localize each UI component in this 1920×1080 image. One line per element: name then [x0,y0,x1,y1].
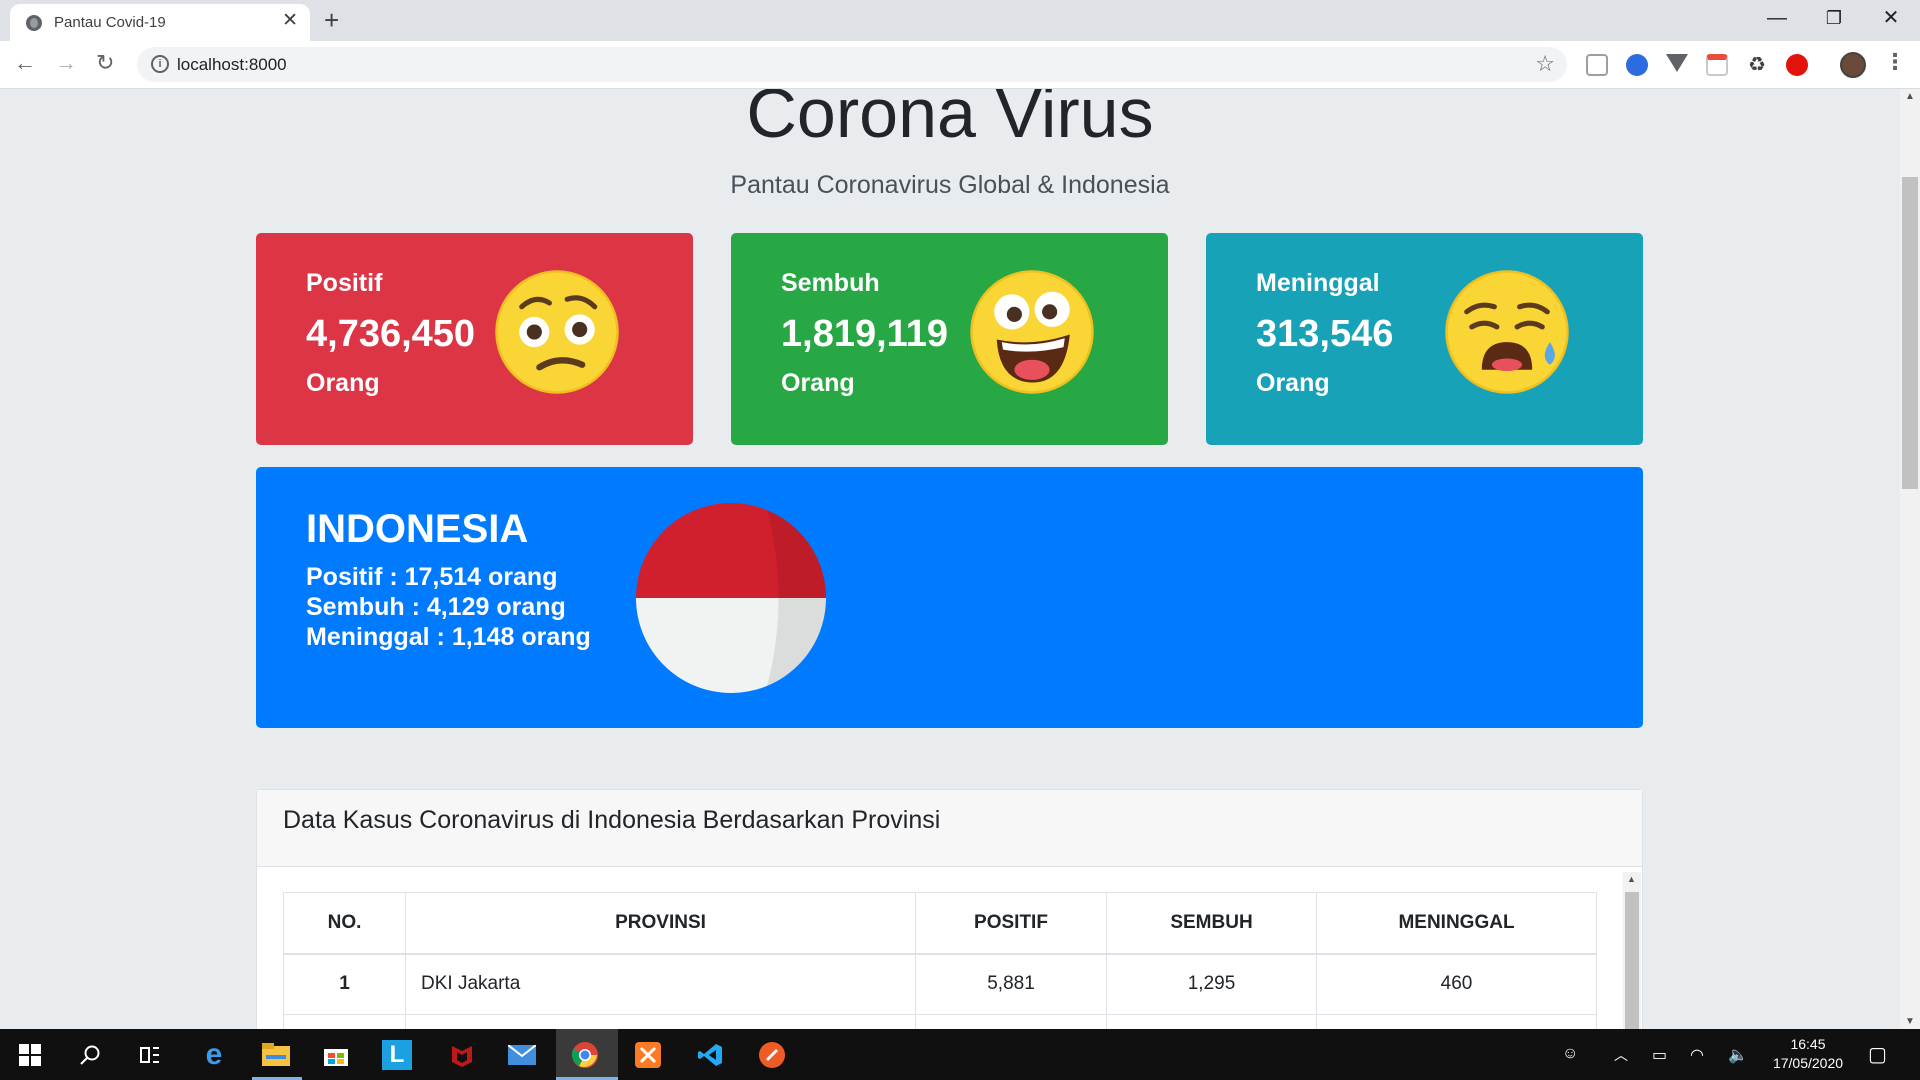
positif-value: 4,736,450 [306,313,476,355]
mail-icon[interactable] [504,1037,540,1073]
page-scrollbar[interactable]: ▲ ▼ [1900,89,1920,1029]
positif-unit: Orang [306,369,380,397]
table-scrollbar-thumb[interactable] [1625,892,1639,1029]
task-view-icon[interactable] [132,1037,168,1073]
mcafee-icon[interactable] [444,1037,480,1073]
page-title: Corona Virus [746,89,1154,152]
forward-button[interactable]: → [55,51,77,75]
cell-provinsi: DKI Jakarta [405,953,916,1015]
edge-icon[interactable]: e [196,1037,232,1073]
new-tab-button[interactable]: + [324,6,339,34]
column-header-meninggal: MENINGGAL [1316,892,1597,955]
windows-start-icon[interactable] [12,1037,48,1073]
table-card-header: Data Kasus Coronavirus di Indonesia Berd… [257,790,1642,867]
chrome-icon[interactable] [567,1037,603,1073]
meninggal-label: Meninggal [1256,269,1380,297]
column-header-no: NO. [283,892,406,955]
browser-tab[interactable]: Pantau Covid-19 ✕ [10,4,310,41]
indonesia-meninggal: Meninggal : 1,148 orang [306,623,591,651]
cell-meninggal: 460 [1316,953,1597,1015]
wifi-icon[interactable]: ◠ [1690,1045,1704,1065]
battery-icon[interactable]: ▭ [1652,1045,1667,1065]
positif-label: Positif [306,269,383,297]
reload-button[interactable]: ↻ [96,51,114,75]
extension-recycle-icon[interactable]: ♻ [1746,54,1768,76]
table-header-row: NO. PROVINSI POSITIF SEMBUH MENINGGAL [283,892,1597,955]
page-scrollbar-thumb[interactable] [1902,177,1918,489]
sembuh-unit: Orang [781,369,855,397]
address-bar[interactable]: i localhost:8000 ☆ [137,47,1567,82]
column-header-sembuh: SEMBUH [1106,892,1317,955]
extension-vue-icon[interactable] [1666,54,1688,72]
profile-avatar[interactable] [1840,52,1866,78]
minimize-button[interactable]: — [1748,4,1806,32]
province-table-card: Data Kasus Coronavirus di Indonesia Berd… [256,789,1643,1029]
extension-page-icon[interactable] [1586,54,1608,76]
cell-positif: 5,881 [915,953,1107,1015]
sembuh-value: 1,819,119 [781,313,948,355]
vscode-icon[interactable] [692,1037,728,1073]
file-explorer-icon[interactable] [258,1037,294,1073]
extension-circle-icon[interactable] [1626,54,1648,76]
province-table: NO. PROVINSI POSITIF SEMBUH MENINGGAL 1 … [283,892,1597,1029]
store-icon[interactable] [318,1037,354,1073]
people-icon[interactable]: ☺ [1562,1045,1578,1063]
column-header-positif: POSITIF [915,892,1107,955]
scroll-down-icon[interactable]: ▼ [1905,1016,1915,1027]
system-clock[interactable]: 16:45 17/05/2020 [1760,1035,1856,1073]
indonesia-sembuh: Sembuh : 4,129 orang [306,593,566,621]
browser-menu-icon[interactable]: ⋮ [1884,49,1906,75]
sembuh-card: Sembuh 1,819,119 Orang [731,233,1168,445]
table-scrollbar[interactable]: ▲ [1623,872,1641,1029]
postman-icon[interactable] [754,1037,790,1073]
l-app-icon[interactable]: L [382,1040,412,1070]
extension-calendar-icon[interactable] [1706,54,1728,76]
bookmark-star-icon[interactable]: ☆ [1535,51,1555,77]
url-text: localhost:8000 [177,55,287,74]
grinning-face-icon [970,270,1094,394]
search-icon[interactable] [72,1037,108,1073]
browser-toolbar: ← → ↻ i localhost:8000 ☆ ♻ ⋮ [0,41,1920,89]
extension-stop-icon[interactable] [1786,54,1808,76]
page-subtitle: Pantau Coronavirus Global & Indonesia [730,171,1170,199]
confused-face-icon [495,270,619,394]
indonesia-title: INDONESIA [306,507,529,551]
sembuh-label: Sembuh [781,269,880,297]
meninggal-value: 313,546 [1256,313,1394,355]
info-icon[interactable]: i [151,55,169,73]
scroll-up-icon[interactable]: ▲ [1905,91,1915,102]
table-row: 1 DKI Jakarta 5,881 1,295 460 [283,953,1597,1015]
table-scroll-up-icon[interactable]: ▲ [1627,874,1636,884]
indonesia-positif: Positif : 17,514 orang [306,563,558,591]
windows-taskbar: e L ☺ ︿ ▭ ◠ 🔈 16:45 17/05/2020 ▢ [0,1029,1920,1080]
cell-sembuh: 1,295 [1106,953,1317,1015]
clock-date: 17/05/2020 [1772,1055,1844,1071]
close-window-button[interactable]: ✕ [1862,4,1920,32]
tab-close-icon[interactable]: ✕ [282,11,298,31]
meninggal-card: Meninggal 313,546 Orang [1206,233,1643,445]
clock-time: 16:45 [1790,1036,1826,1052]
browser-tab-bar: Pantau Covid-19 ✕ + — ❐ ✕ [0,0,1920,41]
globe-icon [26,15,42,31]
volume-icon[interactable]: 🔈 [1728,1045,1748,1065]
tray-chevron-icon[interactable]: ︿ [1614,1045,1628,1065]
indonesia-flag-icon [636,503,826,693]
cell-no: 1 [283,953,406,1015]
indonesia-card: INDONESIA Positif : 17,514 orang Sembuh … [256,467,1643,728]
crying-face-icon [1445,270,1569,394]
table-card-title: Data Kasus Coronavirus di Indonesia Berd… [283,806,941,834]
tab-title: Pantau Covid-19 [54,14,166,31]
positif-card: Positif 4,736,450 Orang [256,233,693,445]
meninggal-unit: Orang [1256,369,1330,397]
page-content: Corona Virus Pantau Coronavirus Global &… [0,89,1900,1029]
column-header-provinsi: PROVINSI [405,892,916,955]
back-button[interactable]: ← [14,51,36,75]
restore-button[interactable]: ❐ [1805,4,1863,32]
table-row [283,1014,1597,1029]
xampp-icon[interactable] [630,1037,666,1073]
notifications-icon[interactable]: ▢ [1868,1042,1887,1067]
